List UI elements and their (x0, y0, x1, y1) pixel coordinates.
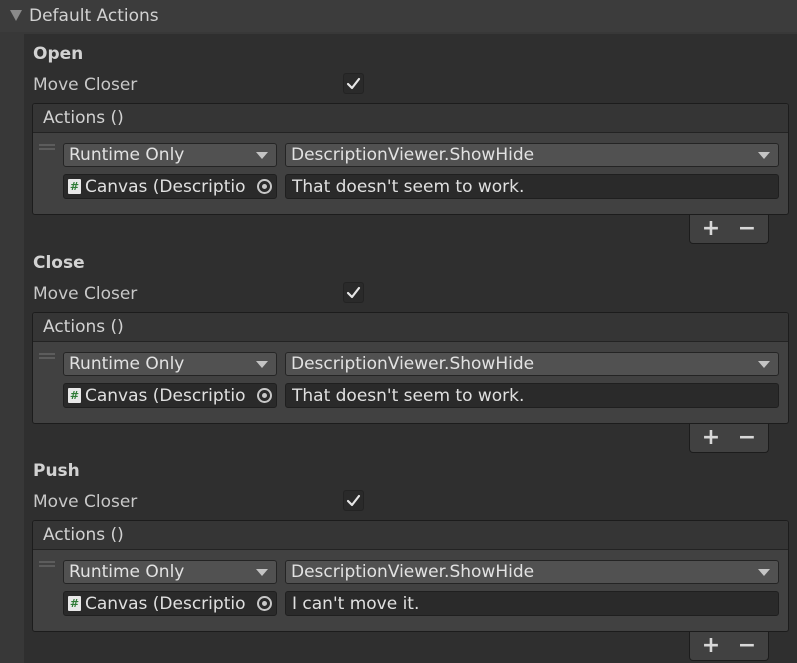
script-icon: # (68, 388, 81, 403)
function-dropdown[interactable]: DescriptionViewer.ShowHide (285, 560, 779, 584)
event-title: Actions () (43, 525, 124, 545)
event-title: Actions () (43, 317, 124, 337)
chevron-down-icon (256, 569, 268, 576)
script-icon: # (68, 179, 81, 194)
event-header: Actions () (33, 104, 788, 133)
drag-handle-icon[interactable] (39, 144, 55, 150)
event-title: Actions () (43, 108, 124, 128)
target-object-name: Canvas (Descriptio (85, 177, 246, 197)
drag-handle-icon[interactable] (39, 353, 55, 359)
runtime-mode-dropdown[interactable]: Runtime Only (63, 560, 277, 584)
target-object-name: Canvas (Descriptio (85, 594, 246, 614)
argument-field[interactable] (285, 383, 779, 408)
event-footer: + − (689, 632, 769, 661)
target-object-name: Canvas (Descriptio (85, 386, 246, 406)
checkmark-icon (346, 286, 361, 299)
checkmark-icon (346, 494, 361, 507)
chevron-down-icon (758, 152, 770, 159)
dropdown-value: DescriptionViewer.ShowHide (291, 354, 535, 374)
unity-event-list: Actions () Runtime Only DescriptionViewe… (32, 103, 789, 215)
triangle-down-icon[interactable] (10, 10, 22, 21)
dropdown-value: Runtime Only (69, 354, 185, 374)
section-close: Close Move Closer Actions () Runtime Onl… (24, 245, 797, 454)
move-closer-label: Move Closer (33, 492, 138, 512)
script-icon: # (68, 596, 81, 611)
section-open: Open Move Closer Actions () Runtime Only… (24, 36, 797, 245)
add-listener-button[interactable]: + (698, 427, 724, 449)
inspector-panel: Default Actions Open Move Closer Actions… (0, 0, 797, 663)
add-listener-button[interactable]: + (698, 635, 724, 657)
chevron-down-icon (256, 152, 268, 159)
target-object-field[interactable]: # Canvas (Descriptio (63, 383, 277, 408)
dropdown-value: Runtime Only (69, 145, 185, 165)
chevron-down-icon (758, 569, 770, 576)
function-dropdown[interactable]: DescriptionViewer.ShowHide (285, 143, 779, 167)
drag-handle-icon[interactable] (39, 561, 55, 567)
unity-event-list: Actions () Runtime Only DescriptionViewe… (32, 520, 789, 632)
argument-input[interactable] (286, 175, 778, 198)
move-closer-label: Move Closer (33, 75, 138, 95)
object-picker-icon[interactable] (257, 388, 272, 403)
function-dropdown[interactable]: DescriptionViewer.ShowHide (285, 352, 779, 376)
move-closer-checkbox[interactable] (343, 490, 364, 511)
argument-input[interactable] (286, 384, 778, 407)
unity-event-list: Actions () Runtime Only DescriptionViewe… (32, 312, 789, 424)
argument-field[interactable] (285, 591, 779, 616)
remove-listener-button[interactable]: − (734, 427, 760, 449)
checkmark-icon (346, 77, 361, 90)
event-header: Actions () (33, 313, 788, 342)
runtime-mode-dropdown[interactable]: Runtime Only (63, 352, 277, 376)
add-listener-button[interactable]: + (698, 218, 724, 240)
move-closer-label: Move Closer (33, 284, 138, 304)
dropdown-value: Runtime Only (69, 562, 185, 582)
move-closer-checkbox[interactable] (343, 73, 364, 94)
dropdown-value: DescriptionViewer.ShowHide (291, 562, 535, 582)
target-object-field[interactable]: # Canvas (Descriptio (63, 591, 277, 616)
section-push: Push Move Closer Actions () Runtime Only… (24, 453, 797, 662)
chevron-down-icon (256, 361, 268, 368)
argument-input[interactable] (286, 592, 778, 615)
default-actions-foldout[interactable]: Default Actions (0, 0, 797, 32)
chevron-down-icon (758, 361, 770, 368)
event-footer: + − (689, 424, 769, 453)
target-object-field[interactable]: # Canvas (Descriptio (63, 174, 277, 199)
event-header: Actions () (33, 521, 788, 550)
runtime-mode-dropdown[interactable]: Runtime Only (63, 143, 277, 167)
section-title: Push (33, 461, 80, 481)
remove-listener-button[interactable]: − (734, 218, 760, 240)
foldout-title: Default Actions (29, 6, 159, 26)
dropdown-value: DescriptionViewer.ShowHide (291, 145, 535, 165)
argument-field[interactable] (285, 174, 779, 199)
remove-listener-button[interactable]: − (734, 635, 760, 657)
section-title: Open (33, 44, 84, 64)
object-picker-icon[interactable] (257, 179, 272, 194)
section-title: Close (33, 253, 85, 273)
event-footer: + − (689, 215, 769, 244)
object-picker-icon[interactable] (257, 596, 272, 611)
move-closer-checkbox[interactable] (343, 282, 364, 303)
